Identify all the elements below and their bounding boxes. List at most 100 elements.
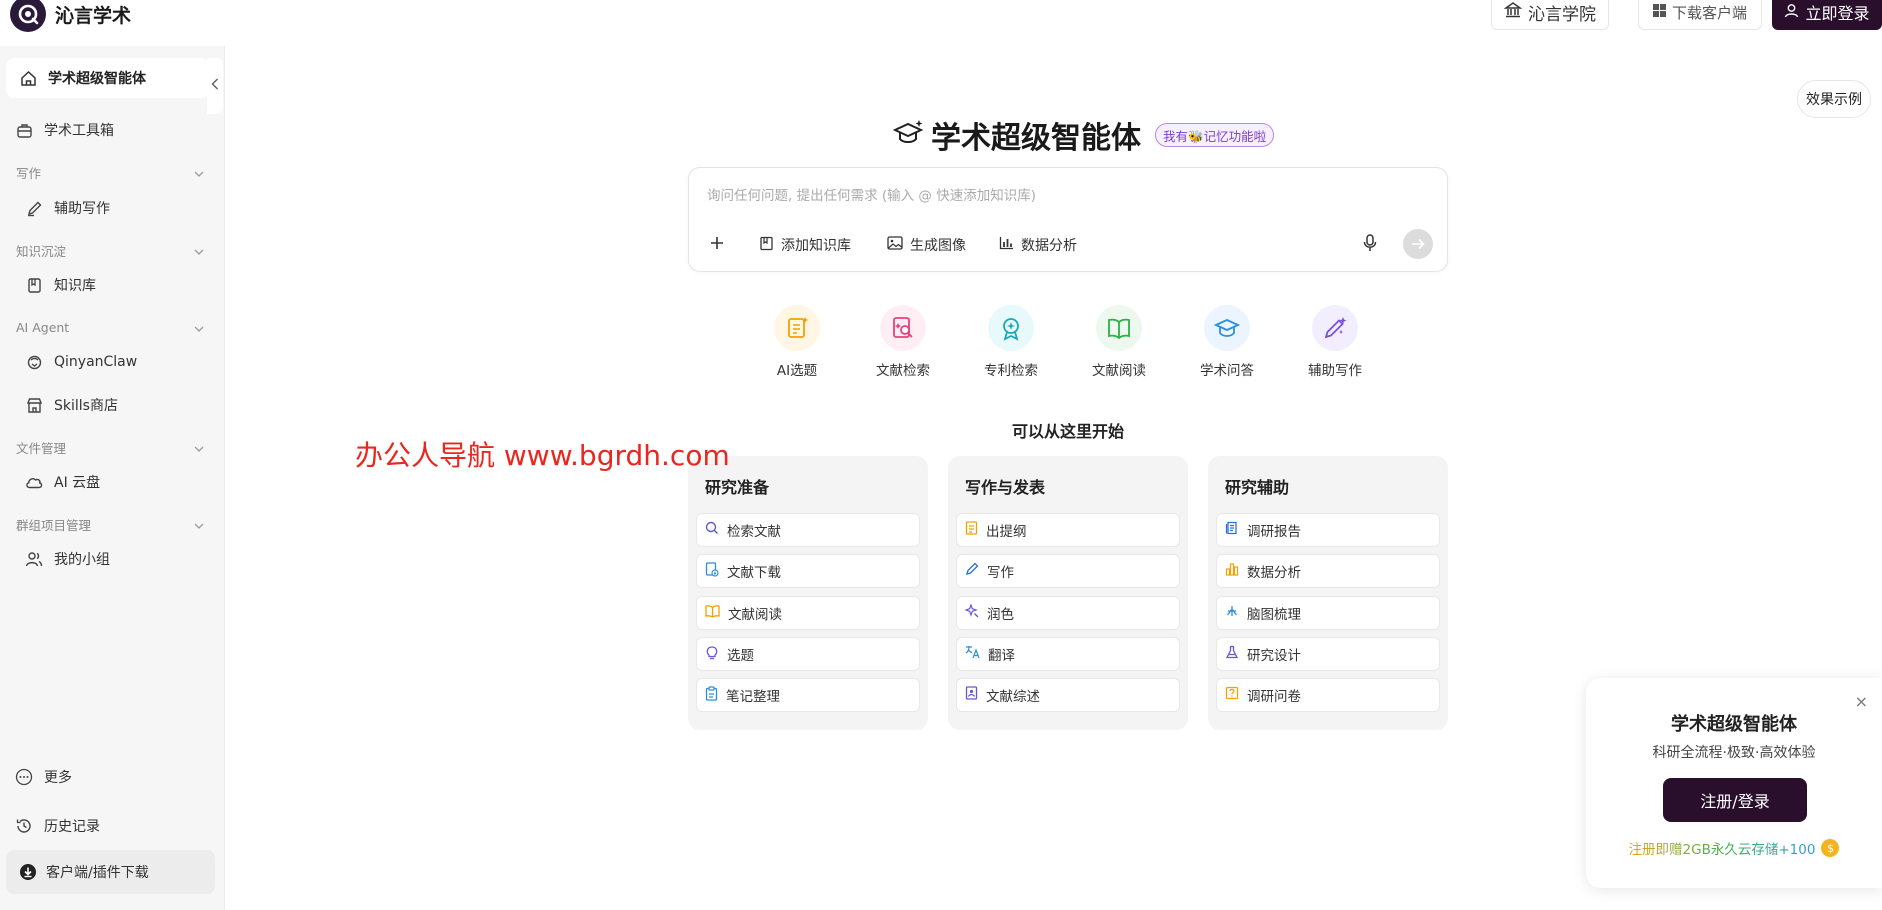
card-item-doc-reading[interactable]: 文献阅读: [696, 596, 920, 630]
logo-mark-icon: [10, 0, 46, 32]
store-icon: [24, 395, 44, 415]
card-item-notes[interactable]: 笔记整理: [696, 678, 920, 712]
group-icon: [24, 549, 44, 569]
cloud-icon: [24, 472, 44, 492]
quick-action-doc-reading[interactable]: 文献阅读: [1074, 305, 1164, 379]
card-item-topic[interactable]: 选题: [696, 637, 920, 671]
sidebar-item-ai-cloud[interactable]: AI 云盘: [24, 466, 100, 498]
sidebar-item-toolbox[interactable]: 学术工具箱: [14, 114, 114, 146]
pen-icon: [24, 198, 44, 218]
watermark-text: 办公人导航 www.bgrdh.com: [355, 439, 730, 472]
sidebar-client-download[interactable]: 客户端/插件下载: [6, 850, 215, 894]
login-button[interactable]: 立即登录: [1772, 0, 1882, 30]
windows-icon: [1652, 3, 1666, 21]
sidebar-section-writing[interactable]: 写作: [16, 162, 204, 182]
topic-icon: [774, 305, 820, 351]
coin-icon: $: [1821, 839, 1840, 857]
open-book-icon: [705, 604, 720, 622]
sidebar-item-history[interactable]: 历史记录: [14, 810, 100, 842]
institution-icon: [1503, 1, 1523, 24]
card-item-questionnaire[interactable]: 调研问卷: [1216, 678, 1440, 712]
chat-input[interactable]: [707, 182, 1407, 210]
download-client-button[interactable]: 下载客户端: [1638, 0, 1762, 30]
sidebar: 学术超级智能体 学术工具箱 写作 辅助写作 知识沉淀 知识库 AI Agent: [0, 46, 225, 910]
book-icon: [24, 275, 44, 295]
academy-button[interactable]: 沁言学院: [1491, 0, 1609, 30]
brand-name: 沁言学术: [55, 4, 132, 27]
card-item-search-literature[interactable]: 检索文献: [696, 513, 920, 547]
sidebar-collapse-button[interactable]: [207, 58, 223, 114]
mindmap-icon: [1225, 604, 1239, 622]
card-item-lit-review[interactable]: 文献综述: [956, 678, 1180, 712]
card-item-outline[interactable]: 出提纲: [956, 513, 1180, 547]
card-item-polish[interactable]: 润色: [956, 596, 1180, 630]
chat-input-box: 添加知识库 生成图像 数据分析: [688, 167, 1448, 272]
download-circle-icon: [18, 862, 38, 882]
chevron-down-icon: [194, 517, 204, 532]
quick-action-assist-writing[interactable]: 辅助写作: [1290, 305, 1380, 379]
open-book-icon: [1096, 305, 1142, 351]
search-icon: [705, 521, 719, 539]
quick-action-patent-search[interactable]: 专利检索: [966, 305, 1056, 379]
chevron-down-icon: [194, 243, 204, 258]
card-research-prep: 研究准备 检索文献 文献下载 文献阅读 选题 笔记整理: [688, 456, 928, 730]
doc-search-icon: [880, 305, 926, 351]
card-research-assist: 研究辅助 调研报告 数据分析 脑图梳理 研究设计 调研问卷: [1208, 456, 1448, 730]
chevron-left-icon: [211, 78, 219, 94]
generate-image-button[interactable]: 生成图像: [887, 231, 966, 259]
chevron-down-icon: [194, 165, 204, 180]
sidebar-item-more[interactable]: 更多: [14, 761, 72, 793]
page-title: 学术超级智能体: [931, 121, 1141, 156]
brand-logo[interactable]: 沁言学术: [10, 0, 131, 32]
patent-icon: [988, 305, 1034, 351]
bar-chart-icon: [999, 236, 1014, 254]
voice-input-button[interactable]: [1363, 231, 1377, 259]
doc-download-icon: [705, 561, 719, 581]
page-title-row: 学术超级智能体 我有🐝记忆功能啦: [892, 113, 1275, 157]
quick-action-doc-search[interactable]: 文献检索: [858, 305, 948, 379]
promo-title: 学术超级智能体: [1671, 714, 1797, 735]
start-here-title: 可以从这里开始: [1011, 422, 1124, 441]
outline-doc-icon: [965, 521, 978, 539]
memory-feature-badge[interactable]: 我有🐝记忆功能啦: [1155, 123, 1275, 147]
lightbulb-icon: [705, 645, 719, 664]
book-icon: [759, 236, 774, 255]
promo-popup: × 学术超级智能体 科研全流程·极致·高效体验 注册/登录 注册即赠2GB永久云…: [1586, 678, 1882, 888]
sidebar-item-super-agent[interactable]: 学术超级智能体: [6, 58, 209, 98]
sidebar-item-my-group[interactable]: 我的小组: [24, 543, 110, 575]
sidebar-item-qinyanclaw[interactable]: QinyanClaw: [24, 346, 137, 378]
quick-action-academic-qa[interactable]: 学术问答: [1182, 305, 1272, 379]
chevron-down-icon: [194, 320, 204, 335]
sidebar-section-groups[interactable]: 群组项目管理: [16, 514, 204, 534]
top-header: 沁言学术 沁言学院 下载客户端 立即登录: [0, 0, 1882, 38]
add-knowledge-base-button[interactable]: 添加知识库: [759, 231, 851, 259]
microphone-icon: [1363, 234, 1377, 256]
home-icon: [18, 68, 38, 88]
card-item-write[interactable]: 写作: [956, 554, 1180, 588]
plus-icon: [709, 235, 725, 255]
sidebar-section-ai-agent[interactable]: AI Agent: [16, 317, 204, 337]
promo-subtitle: 科研全流程·极致·高效体验: [1652, 745, 1816, 761]
sidebar-item-skills-store[interactable]: Skills商店: [24, 389, 118, 421]
sidebar-item-knowledge-base[interactable]: 知识库: [24, 269, 96, 301]
card-item-research-design[interactable]: 研究设计: [1216, 637, 1440, 671]
bar-chart-icon: [1225, 562, 1239, 580]
card-item-translate[interactable]: 翻译: [956, 637, 1180, 671]
data-analysis-button[interactable]: 数据分析: [999, 231, 1077, 259]
sidebar-section-knowledge[interactable]: 知识沉淀: [16, 240, 204, 260]
close-icon[interactable]: ×: [1855, 692, 1868, 711]
quick-action-ai-topic[interactable]: AI选题: [752, 305, 842, 379]
arrow-right-icon: [1411, 235, 1425, 254]
send-button[interactable]: [1403, 229, 1433, 259]
add-attachment-button[interactable]: [709, 231, 725, 259]
more-dots-icon: [14, 767, 34, 787]
translate-icon: [965, 645, 980, 663]
card-item-data-analysis[interactable]: 数据分析: [1216, 554, 1440, 588]
sidebar-item-assist-writing[interactable]: 辅助写作: [24, 192, 110, 224]
card-item-mindmap[interactable]: 脑图梳理: [1216, 596, 1440, 630]
card-item-doc-download[interactable]: 文献下载: [696, 554, 920, 588]
effect-example-button[interactable]: 效果示例: [1797, 80, 1871, 118]
promo-register-login-button[interactable]: 注册/登录: [1663, 778, 1807, 822]
sparkle-wand-icon: [964, 603, 979, 622]
card-item-survey-report[interactable]: 调研报告: [1216, 513, 1440, 547]
